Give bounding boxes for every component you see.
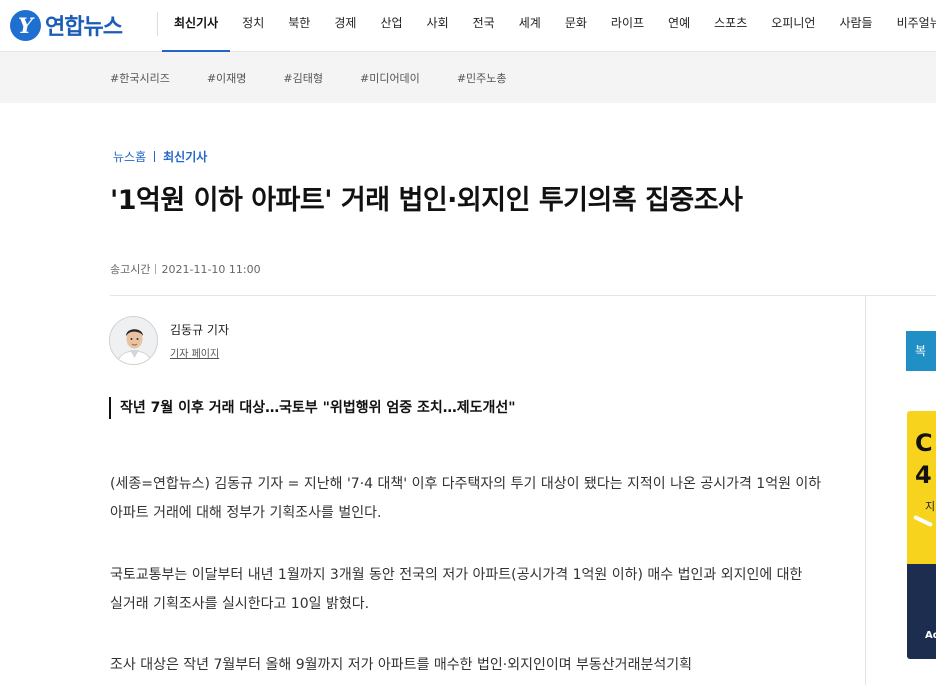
header-divider <box>110 295 936 296</box>
sidebar-button[interactable]: 복 <box>906 331 936 371</box>
publish-time-label: 송고시간 <box>110 263 151 276</box>
breadcrumb-divider <box>154 151 156 162</box>
menu-item[interactable]: 정치 <box>230 0 276 52</box>
trending-tag[interactable]: #김태형 <box>283 70 323 86</box>
publish-time: 송고시간 2021-11-10 11:00 <box>110 261 261 277</box>
menu-item[interactable]: 세계 <box>507 0 553 52</box>
article-headline: '1억원 이하 아파트' 거래 법인·외지인 투기의혹 집중조사 <box>110 185 743 216</box>
global-nav-bar: Y 연합뉴스 최신기사 정치 북한 경제 산업 사회 전국 세계 문화 라이프 연예 스포츠 오피니언 사… <box>0 0 936 52</box>
menu-item[interactable]: 스포츠 <box>702 0 759 52</box>
breadcrumb-current-link[interactable]: 최신기사 <box>163 148 207 165</box>
menu-item[interactable]: 오피니언 <box>759 0 827 52</box>
logo-text: 연합뉴스 <box>45 15 123 40</box>
article-paragraph: (세종=연합뉴스) 김동규 기자 = 지난해 '7·4 대책' 이후 다주택자의… <box>110 476 822 521</box>
trending-tag[interactable]: #민주노총 <box>457 70 507 86</box>
menu-item[interactable]: 사회 <box>415 0 461 52</box>
menu-item[interactable]: 비주얼뉴스 <box>885 0 936 52</box>
reporter-page-link[interactable]: 기자 페이지 <box>170 345 219 360</box>
article-paragraph: 국토교통부는 이달부터 내년 1월까지 3개월 동안 전국의 저가 아파트(공시… <box>110 567 803 612</box>
trending-tag[interactable]: #미디어데이 <box>360 70 420 86</box>
reporter-name: 김동규 기자 <box>170 323 230 337</box>
menu-item[interactable]: 산업 <box>368 0 414 52</box>
article-subheading: 작년 7월 이후 거래 대상…국토부 "위법행위 엄중 조치…제도개선" <box>109 397 516 419</box>
publish-time-divider <box>155 264 157 274</box>
tag-list: #한국시리즈 #이재명 #김태형 #미디어데이 #민주노총 <box>110 52 544 103</box>
ad-footer-text: Ad <box>925 630 936 641</box>
advertisement-banner[interactable]: C 4 지 Ad <box>907 411 936 659</box>
ad-footer-panel: Ad <box>907 564 936 659</box>
article-paragraph: 조사 대상은 작년 7월부터 올해 9월까지 저가 아파트를 매수한 법인·외지… <box>110 657 692 673</box>
main-menu: 최신기사정치북한경제산업사회전국세계문화라이프연예스포츠오피니언사람들비주얼뉴스 <box>162 0 936 52</box>
reporter-avatar[interactable] <box>109 316 158 365</box>
menu-item[interactable]: 경제 <box>322 0 368 52</box>
reporter-photo-icon <box>110 317 157 364</box>
ad-text-line1: C <box>915 429 933 457</box>
menu-item[interactable]: 연예 <box>656 0 702 52</box>
publish-time-value: 2021-11-10 11:00 <box>161 262 261 276</box>
breadcrumb: 뉴스홈 최신기사 <box>113 148 207 165</box>
trending-tags-bar: #한국시리즈 #이재명 #김태형 #미디어데이 #민주노총 <box>0 52 936 103</box>
menu-item[interactable]: 라이프 <box>599 0 656 52</box>
menu-item[interactable]: 사람들 <box>827 0 884 52</box>
site-logo[interactable]: Y 연합뉴스 <box>10 8 123 42</box>
ad-decoration <box>913 514 933 528</box>
menu-item[interactable]: 북한 <box>276 0 322 52</box>
menu-item[interactable]: 최신기사 <box>162 0 231 52</box>
trending-tag[interactable]: #이재명 <box>207 70 247 86</box>
ad-text-line2: 4 <box>915 461 932 489</box>
breadcrumb-home-link[interactable]: 뉴스홈 <box>113 148 146 165</box>
ad-text-line3: 지 <box>925 500 936 513</box>
nav-divider <box>157 12 158 36</box>
trending-tag[interactable]: #한국시리즈 <box>110 70 170 86</box>
yonhap-logo-icon: Y <box>10 9 41 41</box>
menu-item[interactable]: 전국 <box>461 0 507 52</box>
sidebar-divider <box>865 296 866 685</box>
menu-item[interactable]: 문화 <box>553 0 599 52</box>
